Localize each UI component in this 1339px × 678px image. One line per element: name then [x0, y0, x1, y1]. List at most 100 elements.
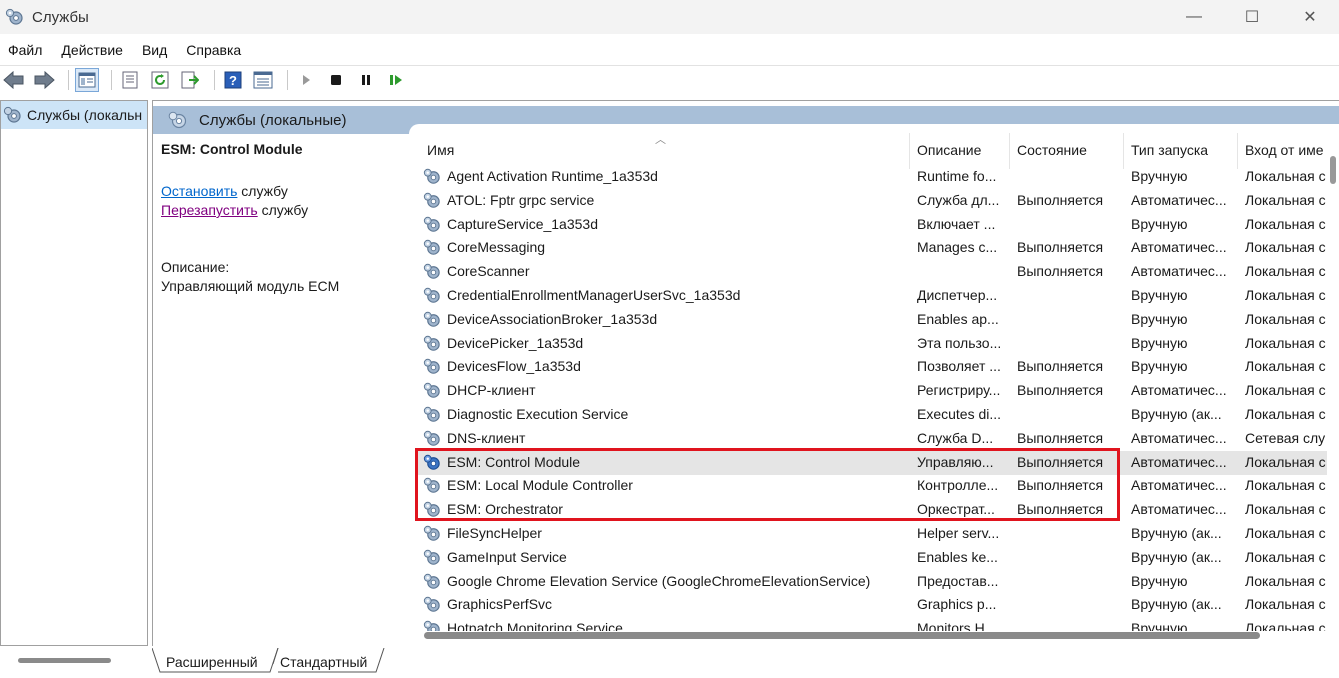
vertical-scrollbar-thumb[interactable] [1330, 156, 1336, 184]
window-title: Службы [32, 8, 89, 26]
table-row[interactable]: Google Chrome Elevation Service (GoogleC… [417, 570, 1327, 594]
column-divider[interactable] [909, 133, 910, 169]
service-gear-icon [423, 524, 442, 543]
table-row[interactable]: CredentialEnrollmentManagerUserSvc_1a353… [417, 284, 1327, 308]
service-status: Выполняется [1017, 263, 1104, 280]
service-name: CoreMessaging [447, 239, 546, 256]
service-name: Diagnostic Execution Service [447, 406, 629, 422]
table-row[interactable]: DevicePicker_1a353d Эта пользо... Вручную Л… [417, 332, 1327, 356]
service-name: DHCP-клиент [447, 382, 536, 399]
service-startup-type: Автоматичес... [1131, 453, 1227, 470]
column-name[interactable]: Имя [427, 142, 454, 158]
tab-standard[interactable]: Стандартный [280, 648, 367, 674]
service-name: FileSyncHelper [447, 525, 542, 541]
menu-view[interactable]: Вид [142, 42, 167, 58]
gear-icon [5, 8, 23, 25]
service-gear-icon [423, 405, 442, 424]
stop-service-link[interactable]: Остановить [161, 183, 237, 199]
service-logon-as: Локальная с [1245, 477, 1326, 494]
details-view-icon[interactable] [251, 68, 275, 92]
service-startup-type: Автоматичес... [1131, 263, 1227, 280]
service-description: Служба D... [917, 429, 994, 446]
service-logon-as: Локальная с [1245, 191, 1326, 208]
service-startup-type: Вручную [1131, 310, 1188, 327]
service-logon-as: Локальная с [1245, 620, 1326, 631]
refresh-icon[interactable] [148, 68, 172, 92]
service-description: Позволяет ... [917, 358, 1001, 375]
service-logon-as: Локальная с [1245, 453, 1326, 470]
service-name: ATOL: Fptr grpc service [447, 191, 595, 208]
table-row[interactable]: DeviceAssociationBroker_1a353d Enables ap… [417, 308, 1327, 332]
service-gear-icon [423, 238, 442, 257]
table-row[interactable]: Agent Activation Runtime_1a353d Runtime f… [417, 165, 1327, 189]
properties-icon[interactable] [118, 68, 142, 92]
stop-service-icon[interactable] [324, 68, 348, 92]
service-description-pane: ESM: Control Module Остановить службу Пе… [161, 141, 411, 296]
table-row[interactable]: GameInput Service Enables ke... Вручную (а… [417, 546, 1327, 570]
service-description: Manages c... [917, 239, 998, 256]
column-divider[interactable] [1009, 133, 1010, 169]
column-divider[interactable] [1123, 133, 1124, 169]
service-startup-type: Вручную (ак... [1131, 525, 1222, 541]
tree-item-services-local[interactable]: Службы (локальн [1, 101, 147, 129]
service-startup-type: Автоматичес... [1131, 382, 1227, 399]
table-row[interactable]: Hotpatch Monitoring Service Monitors H...… [417, 617, 1327, 631]
tree-horizontal-scrollbar[interactable] [18, 658, 111, 663]
service-startup-type: Вручную [1131, 334, 1188, 351]
toolbar-separator [111, 69, 112, 90]
service-logon-as: Сетевая слу [1245, 429, 1326, 446]
maximize-button[interactable]: ☐ [1223, 0, 1281, 34]
menu-action[interactable]: Действие [61, 42, 123, 58]
title-bar: Службы — ☐ ✕ [0, 0, 1339, 34]
svg-text:?: ? [229, 73, 237, 88]
table-row[interactable]: FileSyncHelper Helper serv... Вручную (ак.… [417, 522, 1327, 546]
table-row[interactable]: CoreMessaging Manages c... Выполняется Авто… [417, 236, 1327, 260]
column-logon-as[interactable]: Вход от име [1245, 142, 1324, 158]
minimize-button[interactable]: — [1165, 0, 1223, 34]
table-row[interactable]: CaptureService_1a353d Включает ... Вручную… [417, 213, 1327, 237]
table-row[interactable]: DHCP-клиент Регистриру... Выполняется Автом… [417, 379, 1327, 403]
service-gear-icon [423, 381, 442, 400]
service-name: CredentialEnrollmentManagerUserSvc_1a353… [447, 287, 741, 303]
service-description: Monitors H... [917, 620, 997, 631]
description-label: Описание: [161, 259, 230, 275]
menu-help[interactable]: Справка [186, 42, 241, 58]
service-logon-as: Локальная с [1245, 382, 1326, 399]
menu-bar: Файл Действие Вид Справка [0, 37, 1339, 63]
service-description: Graphics p... [917, 596, 997, 613]
help-icon[interactable]: ? [221, 68, 245, 92]
back-arrow-icon[interactable] [2, 68, 26, 92]
service-gear-icon [423, 191, 442, 210]
link-suffix: службу [257, 202, 309, 218]
column-divider[interactable] [1237, 133, 1238, 169]
table-row[interactable]: GraphicsPerfSvc Graphics p... Вручную (ак.… [417, 593, 1327, 617]
horizontal-scrollbar[interactable] [424, 632, 1260, 639]
service-startup-type: Вручную [1131, 620, 1188, 631]
export-list-icon[interactable] [178, 68, 202, 92]
panel-title: Службы (локальные) [199, 111, 347, 129]
service-startup-type: Автоматичес... [1131, 501, 1227, 518]
table-row[interactable]: CoreScanner Выполняется Автоматичес... Лока… [417, 260, 1327, 284]
pause-service-icon[interactable] [354, 68, 378, 92]
table-row[interactable]: DevicesFlow_1a353d Позволяет ... Выполняет… [417, 355, 1327, 379]
service-gear-icon [423, 215, 442, 234]
resume-service-icon[interactable] [384, 68, 408, 92]
restart-service-link[interactable]: Перезапустить [161, 202, 258, 218]
column-startup-type[interactable]: Тип запуска [1131, 142, 1208, 158]
console-tree-icon[interactable] [75, 67, 99, 92]
close-button[interactable]: ✕ [1281, 0, 1339, 34]
column-description[interactable]: Описание [917, 142, 981, 158]
service-gear-icon [423, 595, 442, 614]
menu-file[interactable]: Файл [8, 42, 42, 58]
service-description: Enables ap... [917, 310, 999, 327]
service-gear-icon [423, 572, 442, 591]
tree-item-label: Службы (локальн [27, 107, 143, 123]
tab-extended[interactable]: Расширенный [166, 648, 258, 674]
start-service-icon[interactable] [294, 68, 318, 92]
vertical-scrollbar[interactable] [1327, 152, 1339, 632]
column-status[interactable]: Состояние [1017, 142, 1087, 158]
table-row[interactable]: ATOL: Fptr grpc service Служба дл... Выпол… [417, 189, 1327, 213]
table-row[interactable]: Diagnostic Execution Service Executes di.… [417, 403, 1327, 427]
service-startup-type: Вручную [1131, 168, 1188, 184]
forward-arrow-icon[interactable] [32, 68, 56, 92]
